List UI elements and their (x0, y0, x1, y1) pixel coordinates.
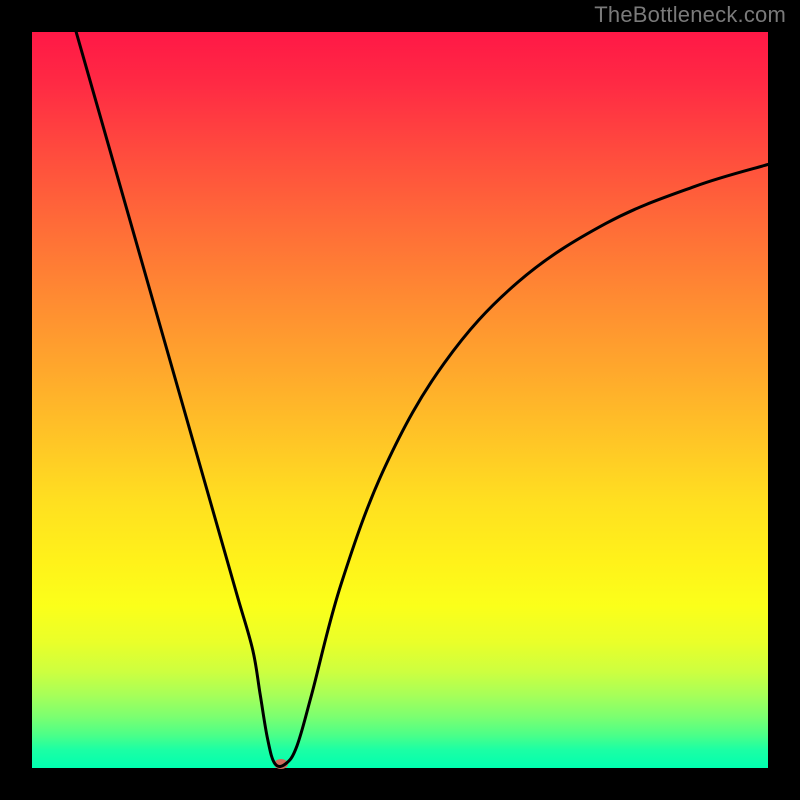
watermark-text: TheBottleneck.com (594, 2, 786, 28)
plot-area (32, 32, 768, 768)
chart-frame: TheBottleneck.com (0, 0, 800, 800)
bottleneck-curve (32, 32, 768, 768)
